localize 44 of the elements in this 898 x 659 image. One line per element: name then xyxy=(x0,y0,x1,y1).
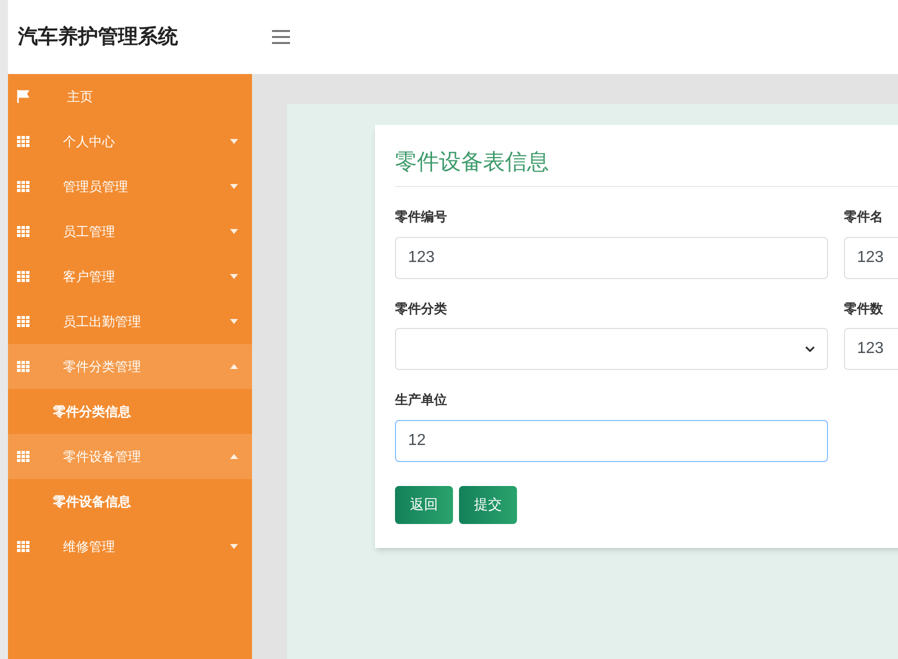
sidebar-item[interactable]: 个人中心 xyxy=(8,119,252,164)
sidebar-item[interactable]: 主页 xyxy=(8,74,252,119)
sidebar-item[interactable]: 零件设备管理 xyxy=(8,434,252,479)
input-field[interactable]: 123 xyxy=(844,236,898,278)
menu-icon[interactable] xyxy=(272,30,290,44)
caret-icon xyxy=(230,364,238,369)
input-field[interactable]: 123 xyxy=(844,328,898,370)
caret-icon xyxy=(230,544,238,549)
caret-icon xyxy=(230,274,238,279)
flag-icon xyxy=(17,90,29,103)
sidebar-item[interactable]: 零件分类管理 xyxy=(8,344,252,389)
caret-icon xyxy=(230,184,238,189)
field-label: 零件编号 xyxy=(395,208,448,226)
grid-icon xyxy=(17,361,30,372)
field-label: 零件名 xyxy=(844,208,884,226)
input-field[interactable]: 123 xyxy=(395,236,828,278)
field-label: 生产单位 xyxy=(395,391,448,409)
sidebar-item[interactable]: 管理员管理 xyxy=(8,164,252,209)
field-label: 零件数 xyxy=(844,300,884,318)
grid-icon xyxy=(17,136,30,147)
sidebar-item[interactable]: 维修管理 xyxy=(8,524,252,569)
sidebar-item[interactable]: 员工管理 xyxy=(8,209,252,254)
sidebar-item[interactable]: 员工出勤管理 xyxy=(8,299,252,344)
form-title: 零件设备表信息 xyxy=(395,149,549,174)
sidebar-subitem[interactable]: 零件设备信息 xyxy=(8,479,252,524)
caret-icon xyxy=(230,454,238,459)
select-field[interactable] xyxy=(395,328,828,370)
form-button[interactable]: 返回 xyxy=(395,486,453,524)
input-field[interactable]: 12 xyxy=(395,420,828,462)
sidebar-item[interactable]: 客户管理 xyxy=(8,254,252,299)
grid-icon xyxy=(17,451,30,462)
field-label: 零件分类 xyxy=(395,300,448,318)
app-title: 汽车养护管理系统 xyxy=(16,24,179,50)
chevron-icon xyxy=(805,346,815,352)
grid-icon xyxy=(17,316,30,327)
form-button[interactable]: 提交 xyxy=(459,486,517,524)
grid-icon xyxy=(17,271,30,282)
caret-icon xyxy=(230,229,238,234)
grid-icon xyxy=(17,181,30,192)
caret-icon xyxy=(230,139,238,144)
caret-icon xyxy=(230,319,238,324)
sidebar-subitem[interactable]: 零件分类信息 xyxy=(8,389,252,434)
grid-icon xyxy=(17,226,30,237)
grid-icon xyxy=(17,541,30,552)
